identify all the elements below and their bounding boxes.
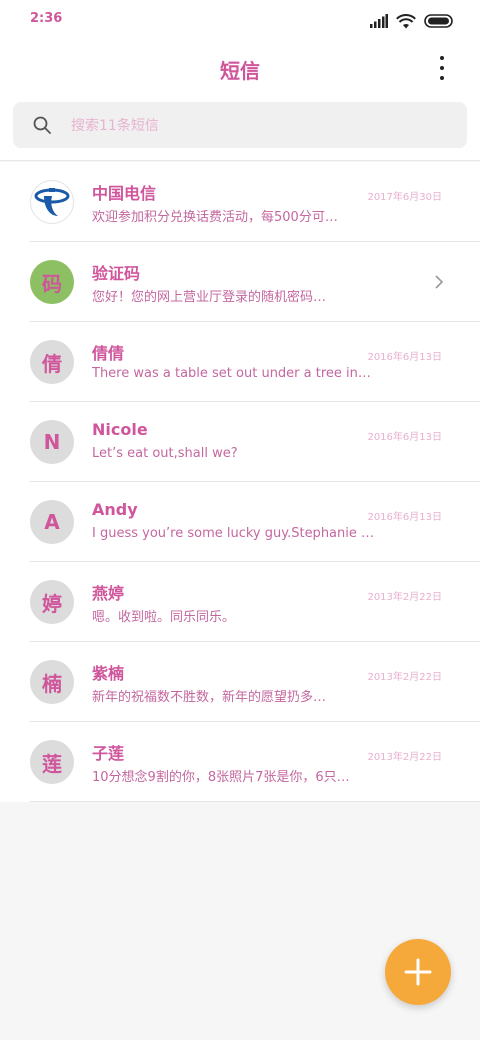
conversation-row[interactable]: 莲 子莲 10分想念9割的你，8张照片7张是你，6只… 2013年2月22日 — [0, 722, 480, 802]
avatar — [30, 180, 74, 224]
message-date: 2016年6月13日 — [367, 512, 442, 523]
app-header: 短信 — [0, 40, 480, 96]
message-preview: There was a table set out under a tree i… — [92, 366, 371, 381]
avatar: 莲 — [30, 740, 74, 784]
avatar: N — [30, 420, 74, 464]
contact-name: Nicole — [92, 420, 148, 439]
more-vertical-icon[interactable] — [432, 54, 452, 82]
contact-name: Andy — [92, 500, 138, 519]
message-date: 2013年2月22日 — [367, 752, 442, 763]
message-preview: 10分想念9割的你，8张照片7张是你，6只… — [92, 770, 350, 785]
divider — [0, 160, 480, 161]
avatar: A — [30, 500, 74, 544]
avatar: 倩 — [30, 340, 74, 384]
conversation-row[interactable]: 倩 倩倩 There was a table set out under a t… — [0, 322, 480, 402]
message-preview: 欢迎参加积分兑换话费活动，每500分可… — [92, 210, 338, 225]
contact-name: 燕婷 — [92, 584, 125, 603]
new-message-button[interactable] — [385, 939, 451, 1005]
contact-name: 倩倩 — [92, 344, 125, 363]
message-date: 2013年2月22日 — [367, 672, 442, 683]
avatar: 婷 — [30, 580, 74, 624]
conversation-row[interactable]: 楠 紫楠 新年的祝福数不胜数，新年的愿望扔多… 2013年2月22日 — [0, 642, 480, 722]
message-preview: 您好！您的网上营业厅登录的随机密码… — [92, 290, 327, 305]
conversation-row-china-telecom[interactable]: 中国电信 欢迎参加积分兑换话费活动，每500分可… 2017年6月30日 — [0, 162, 480, 242]
chevron-right-icon[interactable] — [434, 274, 444, 290]
avatar: 码 — [30, 260, 74, 304]
message-preview: Let’s eat out,shall we? — [92, 446, 238, 461]
wifi-icon — [396, 13, 416, 28]
page-title: 短信 — [220, 59, 260, 83]
conversation-row[interactable]: 婷 燕婷 嗯。收到啦。同乐同乐。 2013年2月22日 — [0, 562, 480, 642]
conversation-row-verification-code[interactable]: 码 验证码 您好！您的网上营业厅登录的随机密码… — [0, 242, 480, 322]
conversation-row[interactable]: A Andy I guess you’re some lucky guy.Ste… — [0, 482, 480, 562]
message-preview: I guess you’re some lucky guy.Stephanie … — [92, 526, 375, 541]
china-telecom-logo — [34, 188, 70, 216]
search-bar[interactable] — [13, 102, 467, 150]
message-date: 2016年6月13日 — [367, 432, 442, 443]
contact-name: 子莲 — [92, 744, 125, 763]
message-date: 2013年2月22日 — [367, 592, 442, 603]
status-time: 2:36 — [30, 11, 63, 26]
status-icons — [370, 12, 454, 30]
plus-icon — [404, 958, 432, 986]
message-preview: 新年的祝福数不胜数，新年的愿望扔多… — [92, 690, 327, 705]
conversation-row[interactable]: N Nicole Let’s eat out,shall we? 2016年6月… — [0, 402, 480, 482]
status-bar: 2:36 — [0, 0, 480, 40]
contact-name: 中国电信 — [92, 184, 157, 203]
message-date: 2016年6月13日 — [367, 352, 442, 363]
search-icon — [33, 116, 51, 134]
search-input[interactable] — [69, 102, 453, 150]
message-preview: 嗯。收到啦。同乐同乐。 — [92, 610, 236, 625]
avatar: 楠 — [30, 660, 74, 704]
contact-name: 紫楠 — [92, 664, 125, 683]
contact-name: 验证码 — [92, 264, 141, 283]
battery-icon — [424, 14, 453, 28]
search-area — [0, 96, 480, 160]
message-date: 2017年6月30日 — [367, 192, 442, 203]
conversation-list: 中国电信 欢迎参加积分兑换话费活动，每500分可… 2017年6月30日 码 验… — [0, 162, 480, 802]
signal-icon — [370, 14, 388, 28]
